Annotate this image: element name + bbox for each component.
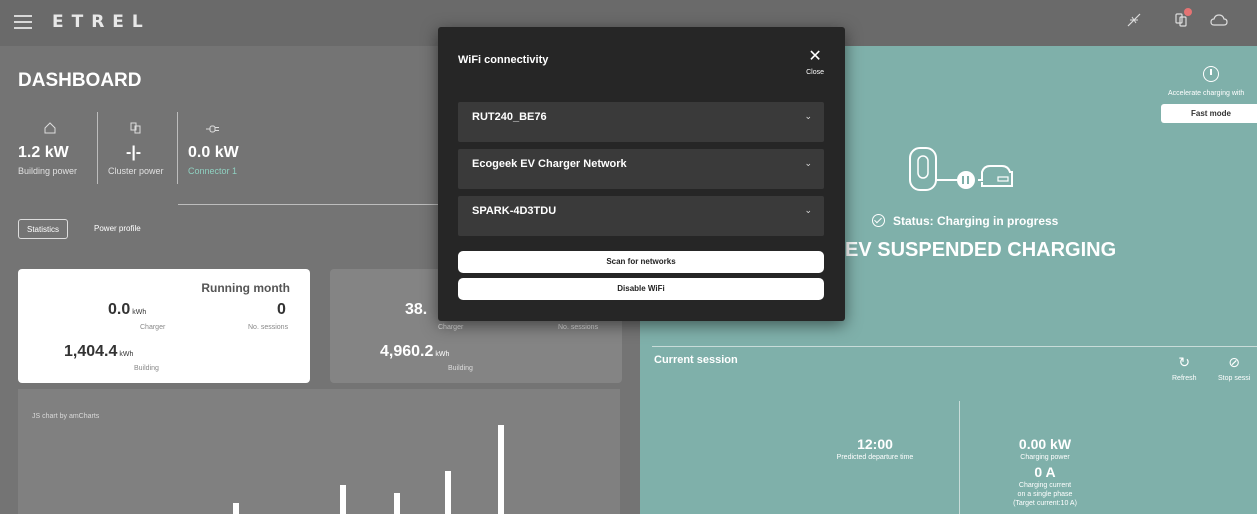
etrel-logo: ETREL: [52, 12, 151, 32]
charging-current: 0 A Charging current on a single phase (…: [1013, 464, 1077, 507]
scan-networks-button[interactable]: Scan for networks: [458, 251, 824, 273]
network-item[interactable]: RUT240_BE76 ⌄: [458, 102, 824, 142]
network-name: SPARK-4D3TDU: [472, 205, 557, 217]
stop-icon: ⊘: [1228, 354, 1241, 370]
menu-icon[interactable]: [14, 15, 32, 29]
sessions-label: No. sessions: [558, 324, 599, 331]
chart-bar: [445, 471, 451, 514]
connector-label[interactable]: Connector 1: [188, 166, 239, 176]
chevron-down-icon: ⌄: [804, 158, 812, 168]
charging-power: 0.00 kW Charging power: [1018, 436, 1072, 461]
refresh-button[interactable]: ↻ Refresh: [1172, 354, 1197, 382]
chevron-down-icon: ⌄: [804, 111, 812, 121]
plug-icon: [188, 122, 239, 136]
cluster-power-value: -|-: [126, 144, 142, 161]
chart-bar: [340, 485, 346, 514]
page-title: DASHBOARD: [18, 70, 142, 91]
stats-card-running-month: Running month 0.0 kWh Charger 0 No. sessi…: [18, 269, 310, 383]
building-energy: 1,404.4 kWh: [64, 343, 134, 360]
energy-chart: JS chart by amCharts: [18, 389, 620, 514]
network-item[interactable]: SPARK-4D3TDU ⌄: [458, 196, 824, 236]
departure-time: 12:00 Predicted departure time: [836, 436, 914, 461]
cluster-power: -|- Cluster power: [108, 122, 164, 176]
building-power-label: Building power: [18, 166, 78, 176]
divider: [959, 401, 960, 514]
chart-bar: [394, 493, 400, 514]
charger-label: Charger: [438, 324, 464, 331]
notification-dot: [1184, 8, 1192, 16]
stop-session-button[interactable]: ⊘ Stop sessi: [1218, 354, 1250, 382]
charger-energy: 0.0 kWh: [108, 301, 147, 318]
home-icon: [18, 122, 77, 136]
building-label: Building: [134, 365, 159, 372]
close-button[interactable]: ✕ Close: [806, 48, 824, 77]
chevron-down-icon: ⌄: [804, 205, 812, 215]
chart-bar: [498, 425, 504, 514]
chart-bar: [233, 503, 239, 514]
tab-statistics[interactable]: Statistics: [18, 219, 69, 239]
building-label: Building: [448, 365, 473, 372]
divider: [177, 112, 178, 184]
charger-car-icon: [909, 147, 1013, 191]
clock-icon: [1203, 66, 1219, 82]
disable-wifi-button[interactable]: Disable WiFi: [458, 278, 824, 300]
solar-off-icon[interactable]: [1123, 12, 1145, 34]
connector-power: 0.0 kW Connector 1: [188, 122, 239, 176]
network-name: RUT240_BE76: [472, 111, 547, 123]
card-title: Running month: [201, 281, 290, 295]
cluster-icon: [108, 122, 164, 136]
modal-title: WiFi connectivity: [458, 54, 549, 66]
cluster-icon[interactable]: [1170, 8, 1192, 34]
divider: [97, 112, 98, 184]
network-name: Ecogeek EV Charger Network: [472, 158, 627, 170]
sessions-label: No. sessions: [248, 324, 289, 331]
building-power: 1.2 kW Building power: [18, 122, 77, 176]
chart-credit: JS chart by amCharts: [32, 413, 100, 420]
cloud-icon[interactable]: [1208, 12, 1230, 34]
sessions-count: 0: [277, 301, 286, 318]
current-session-heading: Current session: [654, 354, 738, 366]
check-circle-icon: [872, 214, 885, 227]
cluster-power-label: Cluster power: [108, 166, 164, 176]
charging-status: Status: Charging in progress: [872, 214, 1058, 228]
refresh-icon: ↻: [1178, 354, 1191, 370]
connector-power-value: 0.0 kW: [188, 144, 239, 161]
tab-power-profile[interactable]: Power profile: [86, 219, 149, 239]
charger-energy: 38.: [405, 301, 428, 318]
divider: [652, 346, 1257, 347]
charger-label: Charger: [140, 324, 166, 331]
network-item[interactable]: Ecogeek EV Charger Network ⌄: [458, 149, 824, 189]
fast-mode-button[interactable]: Fast mode: [1161, 104, 1257, 123]
charging-state-title: EV SUSPENDED CHARGING: [845, 239, 1117, 261]
accelerate-label: Accelerate charging with: [1168, 90, 1245, 97]
building-power-value: 1.2 kW: [18, 144, 69, 161]
wifi-modal: WiFi connectivity ✕ Close RUT240_BE76 ⌄ …: [438, 27, 845, 321]
building-energy: 4,960.2 kWh: [380, 343, 450, 360]
close-icon: ✕: [808, 48, 822, 65]
